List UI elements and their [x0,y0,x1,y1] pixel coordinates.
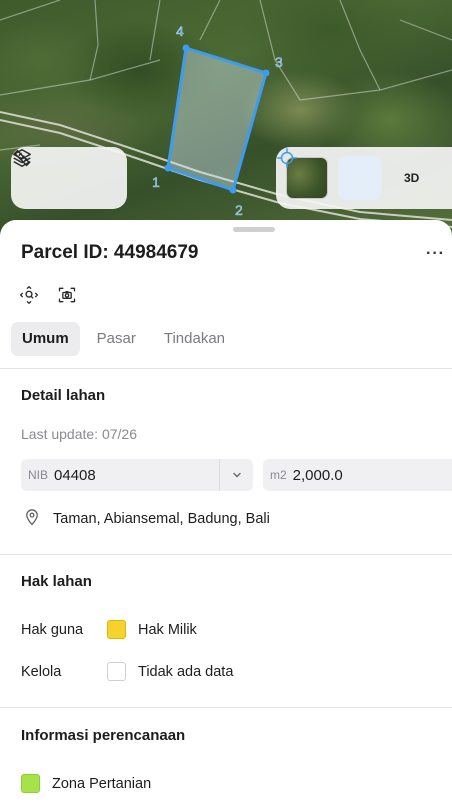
right-label: Hak guna [21,621,84,638]
area-value: 2,000.0 [292,466,343,484]
map-view[interactable]: 1 2 3 4 3D [0,0,452,240]
zone-color-swatch [21,774,40,793]
more-options-button[interactable]: ··· [426,245,445,263]
area-field[interactable]: m2 2,000.0 [263,459,452,491]
right-value: Hak Milik [138,621,197,638]
vertex-label-4: 4 [176,23,184,39]
section-title-planning: Informasi perencanaan [21,727,186,744]
parcel-tabs: Umum Pasar Tindakan [11,322,236,356]
chevron-down-icon[interactable] [219,459,253,491]
right-label: Kelola [21,663,62,680]
right-row-hak-guna: Hak guna Hak Milik [21,620,197,639]
parcel-actions [19,285,77,305]
color-swatch [107,662,126,681]
area-unit-label: m2 [270,468,287,482]
zone-label: Zona Pertanian [52,775,152,792]
crosshair-icon[interactable] [277,148,382,200]
vertex-label-3: 3 [275,54,283,70]
vertex-label-2: 2 [235,202,243,218]
tab-pasar[interactable]: Pasar [86,322,147,356]
nib-value: 04408 [54,466,96,484]
zoom-to-parcel-icon[interactable] [19,285,39,305]
last-update-text: Last update: 07/26 [21,426,137,442]
map-tools-panel [11,147,127,209]
location-pin-icon [23,508,41,530]
nib-field[interactable]: NIB 04408 [21,459,253,491]
right-row-kelola: Kelola Tidak ada data [21,662,233,681]
divider [0,554,452,555]
parcel-title: Parcel ID: 44984679 [21,242,199,263]
divider [0,707,452,708]
divider [0,368,452,369]
tab-tindakan[interactable]: Tindakan [153,322,236,356]
section-title-rights: Hak lahan [21,573,92,590]
color-swatch [107,620,126,639]
zone-row: Zona Pertanian [21,774,151,793]
parcel-sheet: Parcel ID: 44984679 ··· Umum Pasar Tinda… [0,220,452,804]
address-text: Taman, Abiansemal, Badung, Bali [53,511,270,527]
vertex-label-1: 1 [152,174,160,190]
nib-label: NIB [28,468,49,482]
tab-umum[interactable]: Umum [11,322,80,356]
section-title-detail: Detail lahan [21,387,106,404]
screenshot-camera-icon[interactable] [57,285,77,305]
map-view-panel: 3D [276,147,452,209]
ruler-icon[interactable] [13,149,112,198]
sheet-drag-handle[interactable] [233,227,275,232]
view-3d-button[interactable]: 3D [392,171,419,185]
address-row: Taman, Abiansemal, Badung, Bali [23,508,270,530]
right-value: Tidak ada data [138,663,234,680]
